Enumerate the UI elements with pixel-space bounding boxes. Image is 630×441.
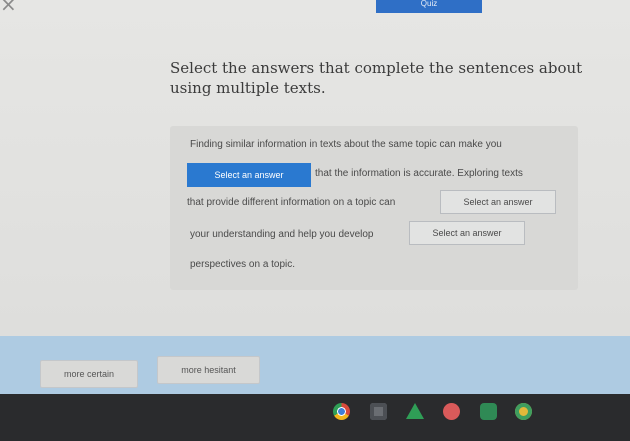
question-prompt: Select the answers that complete the sen… xyxy=(170,59,583,97)
passage-line-1: Finding similar information in texts abo… xyxy=(190,139,502,150)
chrome-icon[interactable] xyxy=(333,403,350,420)
answer-choices-bar: more certain more hesitant xyxy=(0,336,630,394)
close-icon[interactable]: × xyxy=(0,0,17,14)
quiz-tab[interactable]: Quiz xyxy=(376,0,482,13)
passage-line-2: that the information is accurate. Explor… xyxy=(315,168,523,179)
drive-icon[interactable] xyxy=(406,403,424,419)
taskbar-shelf xyxy=(0,394,630,441)
choice-more-hesitant[interactable]: more hesitant xyxy=(157,356,260,384)
quiz-panel: × Quiz Select the answers that complete … xyxy=(0,0,630,336)
files-icon[interactable] xyxy=(370,403,387,420)
photos-icon[interactable] xyxy=(515,403,532,420)
choice-more-certain[interactable]: more certain xyxy=(40,360,138,388)
passage-line-4: your understanding and help you develop xyxy=(190,229,374,240)
answer-dropdown-3[interactable]: Select an answer xyxy=(409,221,525,245)
play-store-icon[interactable] xyxy=(443,403,460,420)
passage-line-5: perspectives on a topic. xyxy=(190,259,296,270)
answer-dropdown-1[interactable]: Select an answer xyxy=(187,163,311,187)
answer-dropdown-2[interactable]: Select an answer xyxy=(440,190,556,214)
classroom-icon[interactable] xyxy=(480,403,497,420)
passage-line-3: that provide different information on a … xyxy=(187,197,396,208)
